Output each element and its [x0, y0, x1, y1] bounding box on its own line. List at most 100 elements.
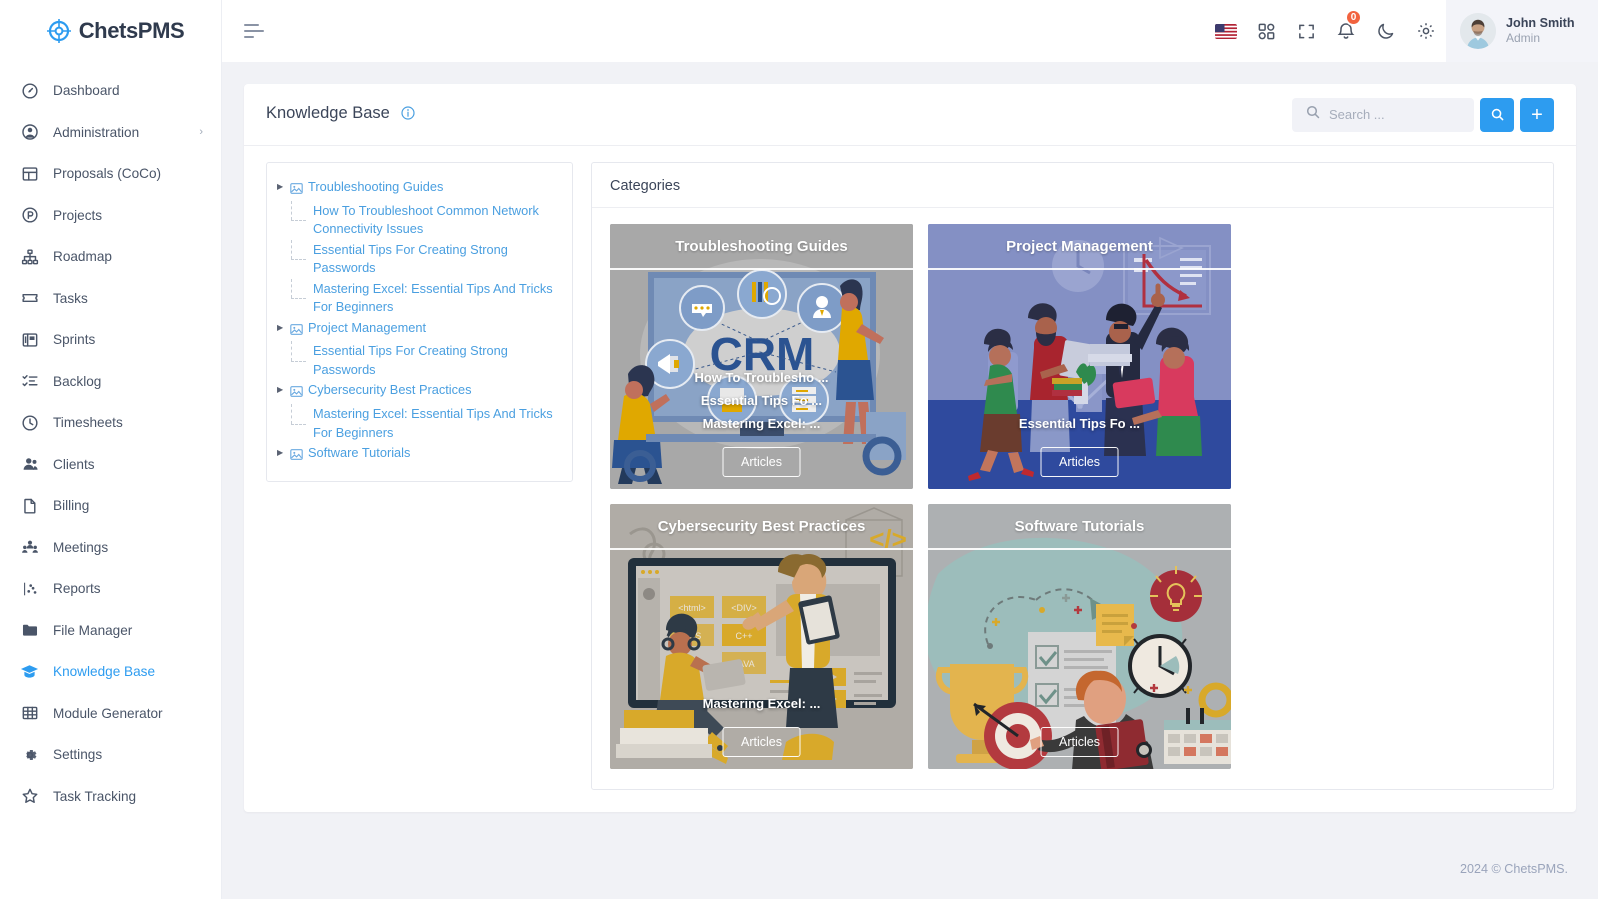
tree-leaf[interactable]: How To Troubleshoot Common Network Conne… [289, 200, 562, 240]
tree-node: ▶ Troubleshooting Guides How To Troublesh… [275, 177, 562, 318]
category-card-links: Mastering Excel: ... [610, 696, 913, 711]
user-name: John Smith [1506, 15, 1575, 30]
sidebar-item-backlog[interactable]: Backlog [0, 361, 221, 403]
folder-icon [20, 621, 39, 640]
circle-p-icon [20, 206, 39, 225]
star-icon [20, 787, 39, 806]
apps-grid-icon[interactable] [1246, 0, 1286, 62]
tree-node-root[interactable]: ▶ Software Tutorials [275, 443, 562, 467]
card-divider [610, 268, 913, 270]
sidebar-item-billing[interactable]: Billing [0, 485, 221, 527]
sidebar-item-sprints[interactable]: Sprints [0, 319, 221, 361]
user-menu[interactable]: John Smith Admin [1446, 0, 1598, 62]
category-card[interactable]: Project Management Essential Tips Fo ... A… [928, 224, 1231, 489]
category-articles-button[interactable]: Articles [1040, 727, 1119, 757]
add-article-button[interactable]: + [1520, 97, 1554, 132]
category-card[interactable]: CRM Troubleshooting Guides How To Troubl… [610, 224, 913, 489]
sidebar-nav: Dashboard Administration › Proposals (CoCo)… [0, 62, 221, 817]
category-card-link[interactable]: Essential Tips Fo ... [701, 393, 822, 408]
checklist-icon [20, 372, 39, 391]
search-input[interactable] [1329, 107, 1460, 122]
folder-image-icon [290, 384, 303, 403]
sitemap-icon [20, 247, 39, 266]
chets-logo-icon [45, 17, 73, 45]
sidebar-item-label: Billing [53, 498, 90, 514]
category-card[interactable]: Software Tutorials Articles [928, 504, 1231, 769]
tree-leaf-label[interactable]: Essential Tips For Creating Strong Passw… [313, 241, 562, 278]
svg-text:C++: C++ [735, 631, 752, 641]
sidebar-item-roadmap[interactable]: Roadmap [0, 236, 221, 278]
tree-leaf-label[interactable]: Mastering Excel: Essential Tips And Tric… [313, 280, 562, 317]
category-card-title: Troubleshooting Guides [675, 238, 848, 255]
panel-body: ▶ Troubleshooting Guides How To Troublesh… [244, 146, 1576, 812]
tree-leaf[interactable]: Mastering Excel: Essential Tips And Tric… [289, 404, 562, 443]
category-card-link[interactable]: Mastering Excel: ... [703, 416, 821, 431]
tree-leaf[interactable]: Essential Tips For Creating Strong Passw… [289, 341, 562, 380]
sidebar-item-settings[interactable]: Settings [0, 734, 221, 776]
chart-scatter-icon [20, 579, 39, 598]
sidebar-item-file-manager[interactable]: File Manager [0, 610, 221, 652]
grid-table-icon [20, 704, 39, 723]
category-card-link[interactable]: How To Troublesho ... [694, 370, 828, 385]
tree-leaf-label[interactable]: Essential Tips For Creating Strong Passw… [313, 342, 562, 379]
tree-node-label[interactable]: Cybersecurity Best Practices [308, 381, 472, 400]
user-role: Admin [1506, 31, 1541, 46]
tree-node-label[interactable]: Troubleshooting Guides [308, 178, 443, 197]
category-articles-button[interactable]: Articles [722, 727, 801, 757]
sidebar-item-projects[interactable]: Projects [0, 195, 221, 237]
sidebar-item-clients[interactable]: Clients [0, 444, 221, 486]
category-articles-button[interactable]: Articles [722, 447, 801, 477]
tree-node-root[interactable]: ▶ Troubleshooting Guides [275, 177, 562, 201]
sidebar-item-proposals-coco[interactable]: Proposals (CoCo) [0, 153, 221, 195]
tree-leaf[interactable]: Essential Tips For Creating Strong Passw… [289, 239, 562, 279]
sidebar-item-label: Task Tracking [53, 788, 137, 804]
folder-image-icon [290, 322, 303, 341]
tree-node-label[interactable]: Project Management [308, 319, 426, 338]
sidebar-item-meetings[interactable]: Meetings [0, 527, 221, 569]
sidebar-item-timesheets[interactable]: Timesheets [0, 402, 221, 444]
gear-icon[interactable] [1406, 0, 1446, 62]
category-card-links: Essential Tips Fo ... [928, 416, 1231, 431]
brand[interactable]: ChetsPMS [0, 0, 221, 62]
bell-icon[interactable]: 0 [1326, 0, 1366, 62]
flag-us-icon[interactable] [1206, 0, 1246, 62]
brand-name: ChetsPMS [78, 18, 185, 43]
sidebar-item-module-generator[interactable]: Module Generator [0, 693, 221, 735]
tree-node-root[interactable]: ▶ Project Management [275, 318, 562, 342]
tree-leaf-label[interactable]: Mastering Excel: Essential Tips And Tric… [313, 405, 562, 442]
sidebar-item-reports[interactable]: Reports [0, 568, 221, 610]
info-circle-icon[interactable] [401, 106, 416, 125]
topbar-actions: 0 John Smith Admin [1206, 0, 1598, 62]
expand-triangle-icon[interactable]: ▶ [277, 319, 285, 337]
tree-node-root[interactable]: ▶ Cybersecurity Best Practices [275, 380, 562, 404]
sidebar-item-knowledge-base[interactable]: Knowledge Base [0, 651, 221, 693]
search-box[interactable] [1292, 97, 1474, 132]
sidebar-item-task-tracking[interactable]: Task Tracking [0, 776, 221, 818]
tree-leaf-label[interactable]: How To Troubleshoot Common Network Conne… [313, 202, 562, 239]
moon-icon[interactable] [1366, 0, 1406, 62]
expand-triangle-icon[interactable]: ▶ [277, 178, 285, 196]
clock-icon [20, 413, 39, 432]
sidebar-item-label: Administration [53, 124, 140, 140]
topbar: 0 John Smith Admin [222, 0, 1598, 62]
page-title: Knowledge Base [266, 104, 416, 125]
sidebar-item-label: Settings [53, 747, 103, 763]
category-articles-button[interactable]: Articles [1040, 447, 1119, 477]
category-card[interactable]: </> <html> <DIV> CSS C++ JAVA [610, 504, 913, 769]
sidebar-item-dashboard[interactable]: Dashboard [0, 70, 221, 112]
sidebar-item-administration[interactable]: Administration › [0, 112, 221, 154]
tree-node-label[interactable]: Software Tutorials [308, 444, 410, 463]
expand-triangle-icon[interactable]: ▶ [277, 444, 285, 462]
search-submit-button[interactable] [1480, 97, 1514, 132]
tree-node: ▶ Software Tutorials [275, 443, 562, 467]
hamburger-icon[interactable] [244, 23, 266, 39]
tree-children: How To Troubleshoot Common Network Conne… [275, 200, 562, 318]
category-card-link[interactable]: Mastering Excel: ... [703, 696, 821, 711]
category-card-link[interactable]: Essential Tips Fo ... [1019, 416, 1140, 431]
expand-triangle-icon[interactable]: ▶ [277, 381, 285, 399]
fullscreen-icon[interactable] [1286, 0, 1326, 62]
notification-count-badge: 0 [1345, 9, 1362, 26]
tree-leaf[interactable]: Mastering Excel: Essential Tips And Tric… [289, 278, 562, 318]
category-card-title: Project Management [1006, 238, 1153, 255]
sidebar-item-tasks[interactable]: Tasks [0, 278, 221, 320]
